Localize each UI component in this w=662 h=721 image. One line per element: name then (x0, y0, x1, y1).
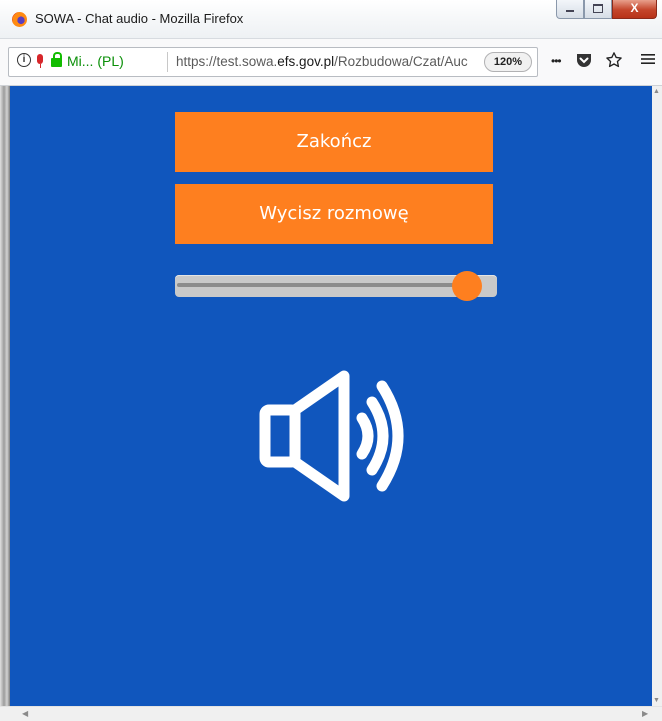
end-call-button[interactable]: Zakończ (175, 112, 493, 172)
microphone-stand (40, 64, 41, 68)
url-domain: efs.gov.pl (277, 54, 335, 69)
zoom-indicator[interactable]: 120% (484, 52, 532, 72)
window-titlebar: SOWA - Chat audio - Mozilla Firefox X (0, 0, 662, 39)
volume-slider-thumb[interactable] (452, 271, 482, 301)
pocket-icon[interactable] (575, 51, 593, 75)
volume-slider-fill (177, 283, 467, 287)
maximize-button[interactable] (584, 0, 612, 19)
minimize-icon (566, 10, 574, 12)
address-bar[interactable]: i Mi... (PL) https://test.sowa.efs.gov.p… (8, 47, 538, 77)
maximize-icon (593, 4, 603, 13)
close-window-button[interactable]: X (612, 0, 657, 19)
page-actions-more-icon[interactable]: ••• (551, 51, 562, 71)
mute-call-button[interactable]: Wycisz rozmowę (175, 184, 493, 244)
hamburger-menu-icon[interactable] (640, 51, 656, 73)
navigation-toolbar: i Mi... (PL) https://test.sowa.efs.gov.p… (0, 39, 662, 86)
microphone-icon[interactable] (37, 54, 43, 64)
volume-slider[interactable] (175, 271, 497, 301)
firefox-logo-icon (12, 12, 27, 27)
minimize-button[interactable] (556, 0, 584, 19)
scroll-up-arrow-icon[interactable]: ▲ (653, 88, 660, 95)
chat-audio-panel: Zakończ Wycisz rozmowę (10, 86, 652, 706)
url-path: /Rozbudowa/Czat/Auc (334, 54, 468, 69)
url-prefix: https://test.sowa. (176, 54, 278, 69)
lock-icon[interactable] (51, 58, 62, 67)
window-title: SOWA - Chat audio - Mozilla Firefox (35, 11, 244, 26)
speaker-volume-icon (254, 368, 434, 508)
site-identity[interactable]: Mi... (PL) (67, 53, 124, 69)
scroll-right-arrow-icon[interactable]: ▶ (642, 709, 648, 718)
window-controls: X (556, 0, 657, 22)
horizontal-scrollbar[interactable]: ◀ ▶ (0, 706, 662, 721)
vertical-scrollbar[interactable]: ▲ ▼ (652, 86, 662, 706)
info-icon[interactable]: i (17, 53, 31, 67)
identity-separator (167, 52, 168, 72)
star-icon[interactable] (605, 51, 623, 75)
window-left-edge (0, 86, 10, 706)
scroll-down-arrow-icon[interactable]: ▼ (653, 697, 660, 704)
url-text[interactable]: https://test.sowa.efs.gov.pl/Rozbudowa/C… (176, 54, 481, 69)
scroll-left-arrow-icon[interactable]: ◀ (22, 709, 28, 718)
close-icon: X (630, 1, 639, 15)
